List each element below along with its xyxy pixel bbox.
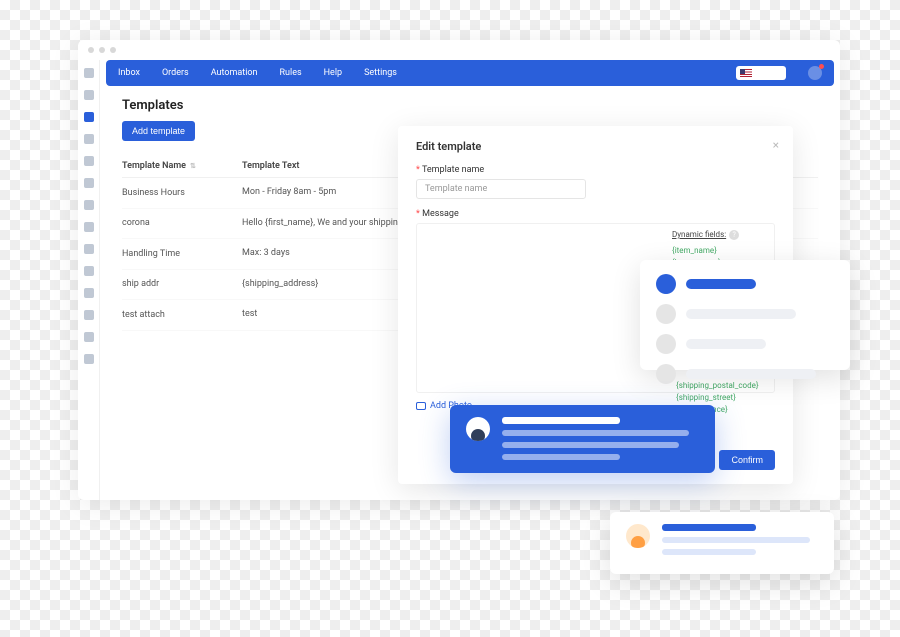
skeleton-bar <box>502 454 620 460</box>
col-header-name-label: Template Name <box>122 161 186 171</box>
row-name: Handling Time <box>122 247 242 261</box>
avatar-placeholder-icon <box>656 364 676 384</box>
chat-bubble-incoming <box>610 512 834 574</box>
chat-bubble-outgoing <box>450 405 715 473</box>
skeleton-bar <box>502 430 689 436</box>
confirm-button[interactable]: Confirm <box>719 450 775 470</box>
sidebar-icon[interactable] <box>84 244 94 254</box>
row-name: Business Hours <box>122 186 242 200</box>
skeleton-bar <box>686 369 816 379</box>
window-titlebar <box>78 40 840 60</box>
col-header-name[interactable]: Template Name ⇅ <box>122 161 242 171</box>
sort-icon[interactable]: ⇅ <box>190 162 196 170</box>
skeleton-bar <box>686 279 756 289</box>
template-name-input[interactable]: Template name <box>416 179 586 199</box>
close-icon[interactable]: × <box>773 138 779 152</box>
skeleton-bar <box>502 442 679 448</box>
navbar: Inbox Orders Automation Rules Help Setti… <box>106 60 834 86</box>
skeleton-bar <box>662 524 756 531</box>
avatar-placeholder-icon <box>656 304 676 324</box>
dynamic-fields-header: Dynamic fields: <box>672 230 726 239</box>
modal-title: Edit template <box>416 140 775 153</box>
add-template-button[interactable]: Add template <box>122 121 195 141</box>
sidebar-icon[interactable] <box>84 222 94 232</box>
skeleton-bar <box>662 549 756 555</box>
window-dot <box>99 47 105 53</box>
avatar <box>626 524 650 548</box>
avatar-placeholder-icon <box>656 274 676 294</box>
nav-rules[interactable]: Rules <box>280 68 302 78</box>
row-name: ship addr <box>122 278 242 292</box>
us-flag-icon <box>740 69 752 77</box>
dyn-field[interactable]: {item_name} <box>672 245 766 257</box>
sidebar-icon[interactable] <box>84 68 94 78</box>
nav-settings[interactable]: Settings <box>364 68 397 78</box>
photo-icon <box>416 402 426 410</box>
nav-orders[interactable]: Orders <box>162 68 189 78</box>
sidebar <box>78 60 100 500</box>
skeleton-bar <box>502 417 620 424</box>
skeleton-bar <box>686 309 796 319</box>
nav-inbox[interactable]: Inbox <box>118 68 140 78</box>
skeleton-bar <box>662 537 810 543</box>
nav-automation[interactable]: Automation <box>211 68 258 78</box>
sidebar-icon[interactable] <box>84 266 94 276</box>
page-title: Templates <box>122 98 818 113</box>
sidebar-icon[interactable] <box>84 288 94 298</box>
window-dot <box>110 47 116 53</box>
sidebar-icon[interactable] <box>84 156 94 166</box>
avatar-placeholder-icon <box>656 334 676 354</box>
sidebar-icon[interactable] <box>84 354 94 364</box>
label-message: Message <box>416 209 775 219</box>
row-name: test attach <box>122 308 242 322</box>
suggestion-card <box>640 260 850 370</box>
sidebar-icon[interactable] <box>84 200 94 210</box>
window-dot <box>88 47 94 53</box>
user-avatar-icon[interactable] <box>808 66 822 80</box>
nav-help[interactable]: Help <box>324 68 342 78</box>
sidebar-icon[interactable] <box>84 134 94 144</box>
sidebar-icon[interactable] <box>84 332 94 342</box>
sidebar-icon[interactable] <box>84 90 94 100</box>
dyn-field[interactable]: {shipping_street} <box>676 392 759 404</box>
sidebar-icon-active[interactable] <box>84 112 94 122</box>
sidebar-icon[interactable] <box>84 178 94 188</box>
language-selector[interactable] <box>736 66 786 80</box>
sidebar-icon[interactable] <box>84 310 94 320</box>
help-icon[interactable]: ? <box>729 230 739 240</box>
label-template-name: Template name <box>416 165 775 175</box>
skeleton-bar <box>686 339 766 349</box>
avatar <box>466 417 490 441</box>
row-name: corona <box>122 217 242 231</box>
